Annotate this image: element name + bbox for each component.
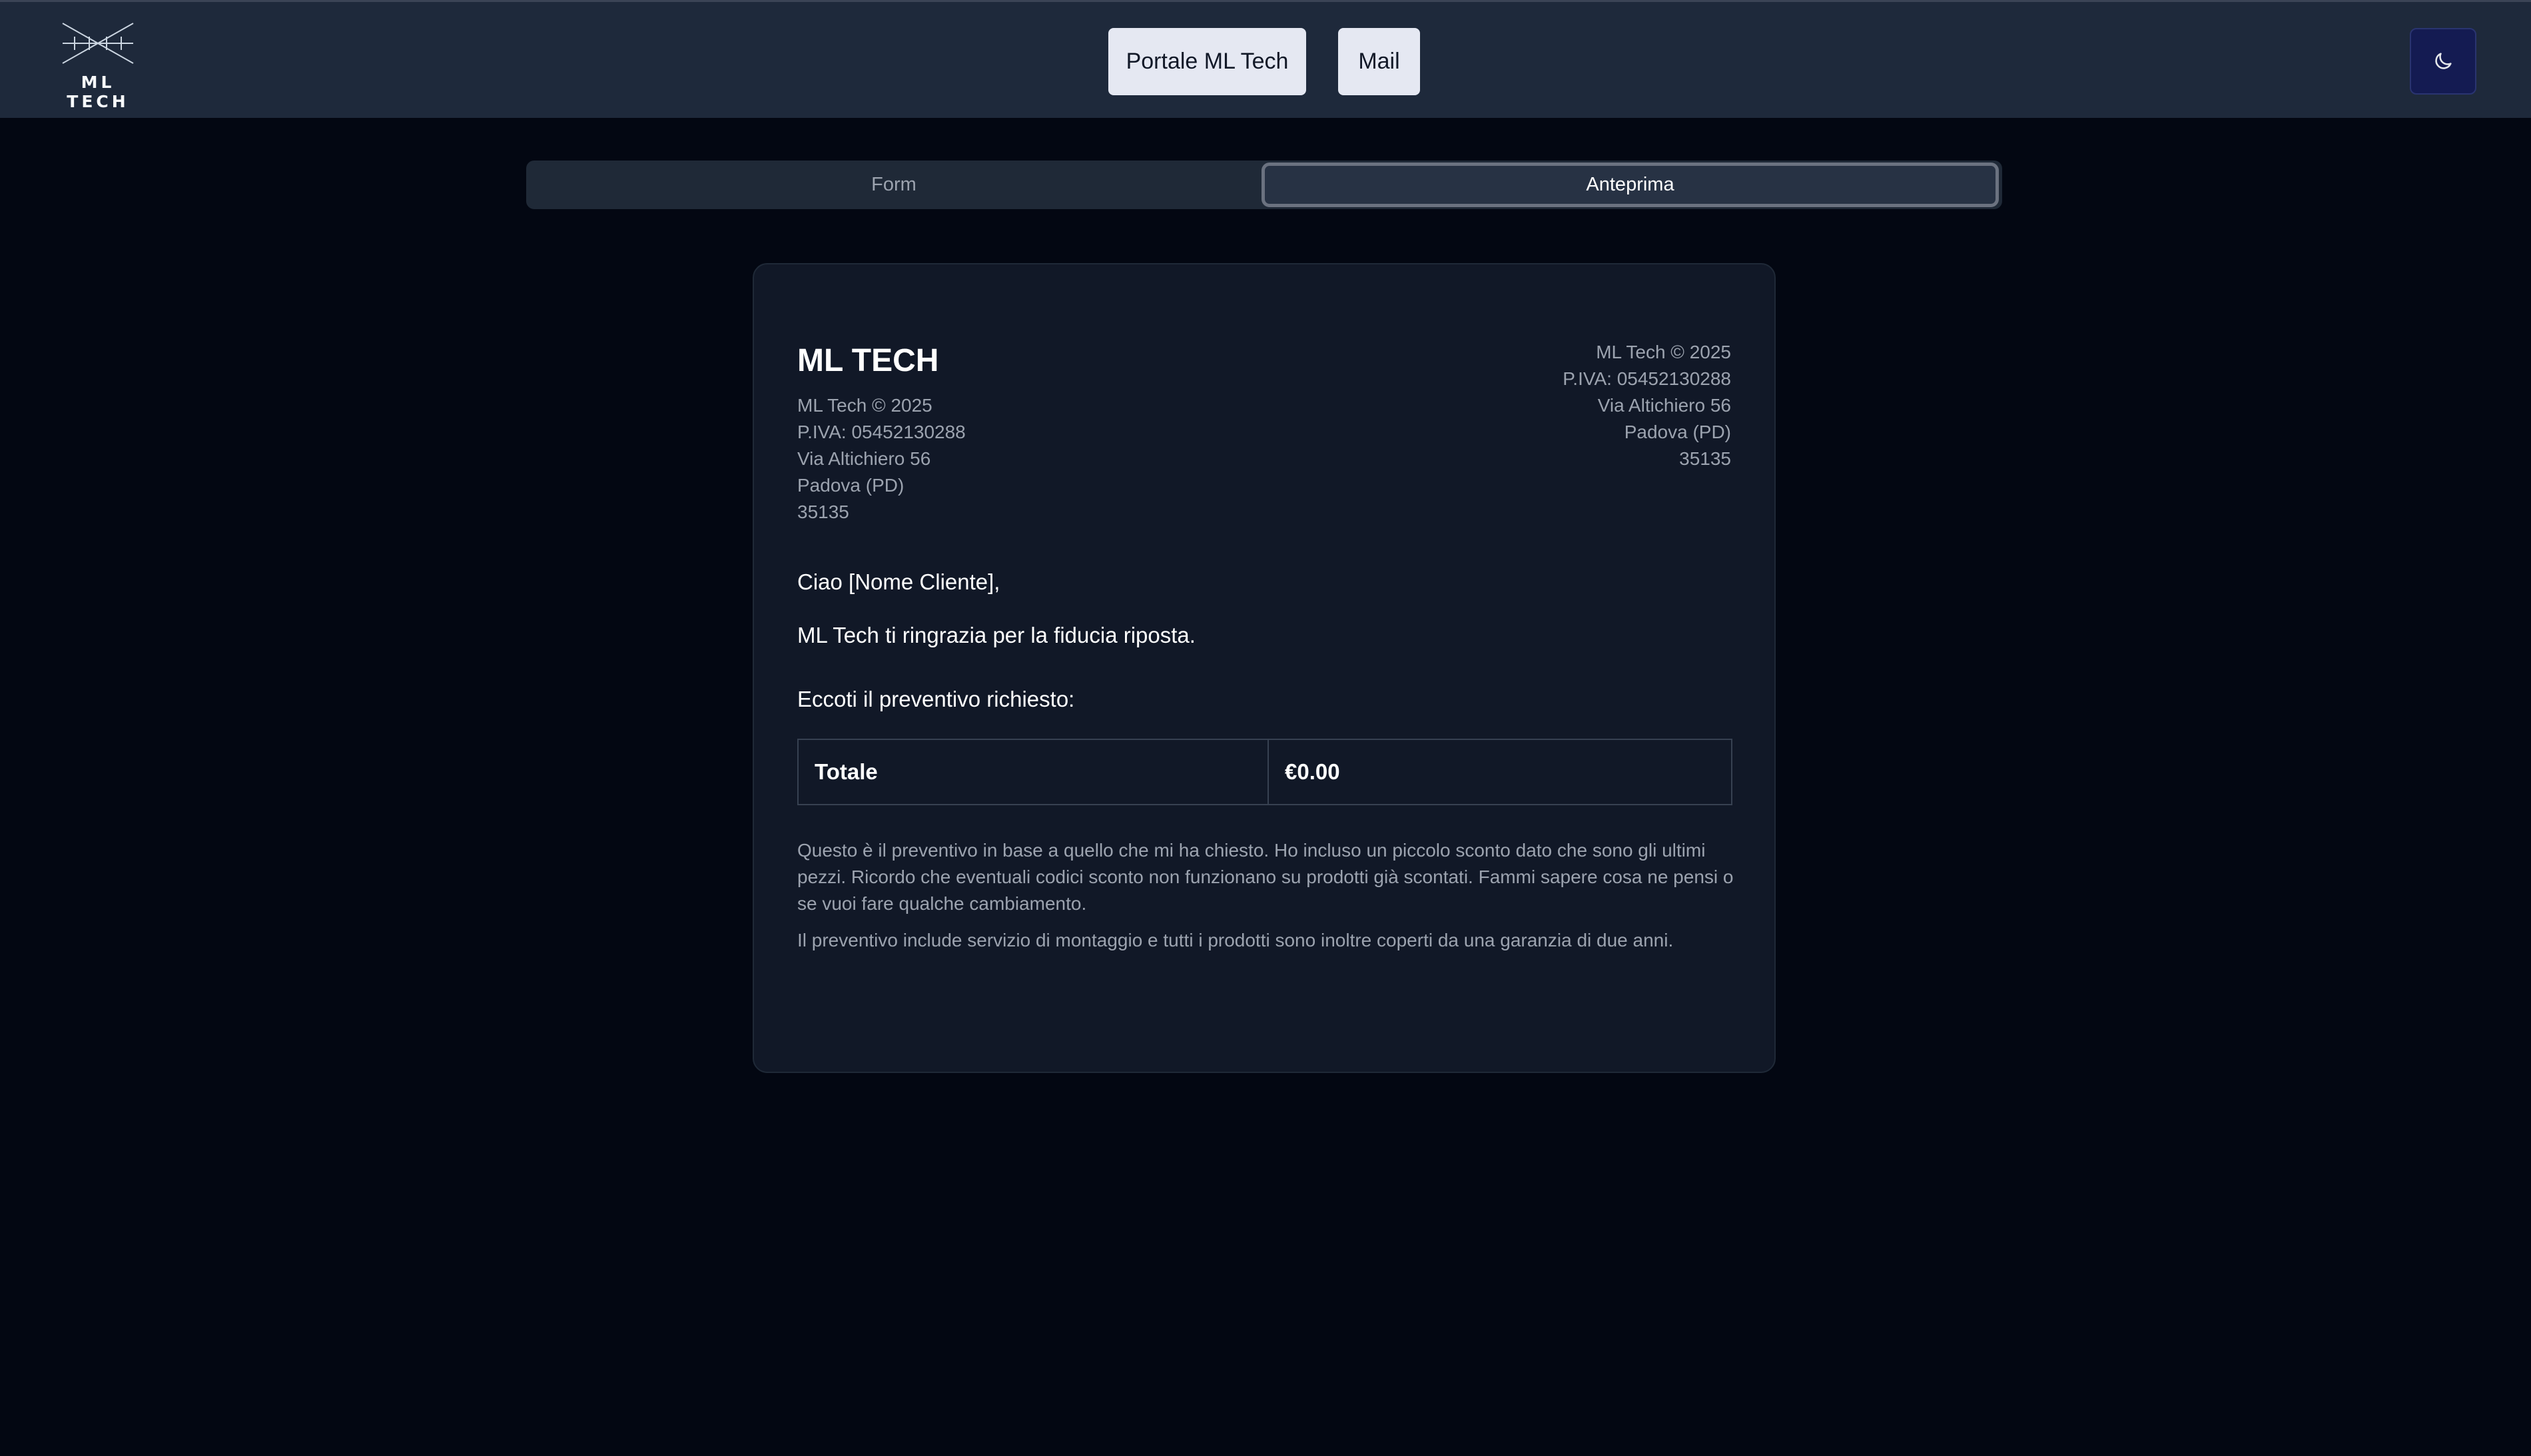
- logo-text: ML TECH: [67, 73, 129, 111]
- total-value: €0.00: [1267, 739, 1732, 805]
- recipient-zip: 35135: [1679, 448, 1731, 469]
- mail-button[interactable]: Mail: [1338, 28, 1420, 95]
- sender-details: ML Tech © 2025 P.IVA: 05452130288 Via Al…: [797, 392, 966, 526]
- totals-table: Totale €0.00: [797, 739, 1732, 805]
- warranty-note: Il preventivo include servizio di montag…: [797, 930, 1674, 950]
- quote-preview-card: ML TECH ML Tech © 2025 P.IVA: 0545213028…: [753, 263, 1776, 1073]
- ml-tech-logo[interactable]: ML TECH: [48, 19, 148, 111]
- quote-note: Questo è il preventivo in base a quello …: [797, 840, 1734, 914]
- view-tabs: Form Anteprima: [526, 161, 2002, 209]
- recipient-vat: P.IVA: 05452130288: [1563, 368, 1731, 389]
- recipient-details: ML Tech © 2025 P.IVA: 05452130288 Via Al…: [1563, 339, 1731, 472]
- recipient-street: Via Altichiero 56: [1597, 395, 1731, 416]
- tab-preview[interactable]: Anteprima: [1262, 163, 1999, 207]
- moon-icon: [2435, 53, 2452, 69]
- theme-toggle-button[interactable]: [2410, 28, 2476, 95]
- sender-vat: P.IVA: 05452130288: [797, 422, 966, 442]
- sender-zip: 35135: [797, 502, 849, 522]
- top-navigation-bar: ML TECH Portale ML Tech Mail: [0, 0, 2531, 118]
- quote-intro-text: Eccoti il preventivo richiesto:: [797, 687, 1075, 711]
- sender-copyright: ML Tech © 2025: [797, 395, 932, 416]
- recipient-copyright: ML Tech © 2025: [1596, 342, 1731, 362]
- portal-button[interactable]: Portale ML Tech: [1108, 28, 1306, 95]
- sender-city: Padova (PD): [797, 475, 904, 496]
- greeting-text: Ciao [Nome Cliente],: [797, 569, 1000, 594]
- tab-form[interactable]: Form: [526, 161, 1262, 209]
- sender-street: Via Altichiero 56: [797, 448, 931, 469]
- thanks-text: ML Tech ti ringrazia per la fiducia ripo…: [797, 623, 1196, 647]
- logo-mark-icon: [62, 23, 134, 64]
- document-title: ML TECH: [797, 343, 939, 378]
- recipient-city: Padova (PD): [1624, 422, 1731, 442]
- total-label: Totale: [797, 739, 1269, 805]
- table-row: Totale €0.00: [797, 739, 1732, 805]
